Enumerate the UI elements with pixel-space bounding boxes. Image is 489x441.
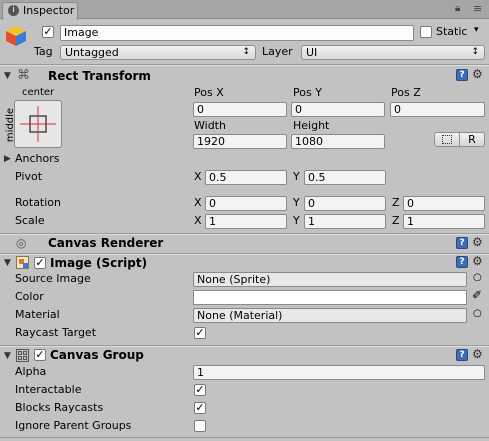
interactable-checkbox[interactable]: ✓ bbox=[194, 384, 206, 396]
rotation-z-field[interactable]: 0 bbox=[403, 196, 485, 211]
pos-x-field[interactable]: 0 bbox=[193, 102, 287, 117]
source-image-label: Source Image bbox=[15, 272, 91, 285]
ignore-parent-groups-checkbox[interactable] bbox=[194, 420, 206, 432]
object-picker-icon[interactable]: ○ bbox=[473, 272, 482, 283]
image-script-title: Image (Script) bbox=[50, 256, 148, 270]
pivot-y-axis-label: Y bbox=[293, 170, 300, 183]
inspector-tab[interactable]: i Inspector bbox=[2, 2, 78, 20]
scale-y-field[interactable]: 1 bbox=[304, 214, 386, 229]
gear-icon[interactable]: ⚙ bbox=[472, 67, 483, 81]
pos-z-label: Pos Z bbox=[391, 86, 421, 99]
image-component-icon bbox=[16, 256, 29, 269]
help-book-icon[interactable]: ? bbox=[456, 237, 468, 249]
canvas-renderer-title: Canvas Renderer bbox=[48, 236, 164, 250]
pos-y-field[interactable]: 0 bbox=[291, 102, 385, 117]
interactable-label: Interactable bbox=[15, 383, 82, 396]
scale-y-axis-label: Y bbox=[293, 214, 300, 227]
anchors-label[interactable]: Anchors bbox=[15, 152, 60, 166]
canvas-renderer-icon: ◎ bbox=[16, 236, 27, 250]
canvas-group-enabled-checkbox[interactable]: ✓ bbox=[34, 349, 46, 361]
rotation-z-axis-label: Z bbox=[392, 196, 400, 209]
foldout-arrow-icon[interactable]: ▼ bbox=[4, 258, 11, 268]
layer-value: UI bbox=[306, 46, 318, 59]
blueprint-icon bbox=[442, 135, 452, 144]
blocks-raycasts-checkbox[interactable]: ✓ bbox=[194, 402, 206, 414]
rotation-label: Rotation bbox=[15, 196, 62, 209]
pivot-label: Pivot bbox=[15, 170, 43, 183]
inspector-tab-label: Inspector bbox=[23, 4, 75, 17]
rect-transform-icon: ⌘ bbox=[17, 68, 30, 83]
ignore-parent-groups-label: Ignore Parent Groups bbox=[15, 419, 132, 432]
rect-transform-title: Rect Transform bbox=[48, 69, 151, 83]
rotation-y-field[interactable]: 0 bbox=[304, 196, 386, 211]
alpha-label: Alpha bbox=[15, 365, 47, 378]
help-book-icon[interactable]: ? bbox=[456, 349, 468, 361]
pos-x-label: Pos X bbox=[194, 86, 224, 99]
chevron-updown-icon: ↕ bbox=[471, 47, 479, 57]
pivot-y-field[interactable]: 0.5 bbox=[304, 170, 386, 185]
height-field[interactable]: 1080 bbox=[291, 134, 385, 149]
material-label: Material bbox=[15, 308, 60, 321]
divider bbox=[0, 437, 489, 438]
raw-edit-button[interactable]: R bbox=[459, 132, 485, 147]
anchor-preset-button[interactable] bbox=[14, 100, 62, 148]
pos-y-label: Pos Y bbox=[293, 86, 322, 99]
anchor-preset-icon bbox=[20, 106, 56, 142]
color-swatch[interactable] bbox=[193, 290, 467, 305]
width-label: Width bbox=[194, 119, 226, 132]
color-label: Color bbox=[15, 290, 44, 303]
gear-icon[interactable]: ⚙ bbox=[472, 254, 483, 268]
gear-icon[interactable]: ⚙ bbox=[472, 235, 483, 249]
static-checkbox[interactable] bbox=[420, 26, 432, 38]
pivot-x-field[interactable]: 0.5 bbox=[205, 170, 287, 185]
alpha-field[interactable]: 1 bbox=[193, 365, 485, 380]
scale-x-field[interactable]: 1 bbox=[205, 214, 287, 229]
gear-icon[interactable]: ⚙ bbox=[472, 347, 483, 361]
help-book-icon[interactable]: ? bbox=[456, 69, 468, 81]
foldout-arrow-icon[interactable]: ▼ bbox=[4, 71, 11, 81]
active-checkbox[interactable]: ✓ bbox=[42, 26, 54, 38]
static-label: Static bbox=[436, 25, 468, 38]
tag-dropdown[interactable]: Untagged ↕ bbox=[60, 45, 256, 60]
tag-value: Untagged bbox=[65, 46, 119, 59]
tag-label: Tag bbox=[34, 45, 53, 58]
pivot-x-axis-label: X bbox=[194, 170, 202, 183]
gameobject-icon bbox=[4, 24, 28, 48]
anchors-foldout-icon[interactable]: ▶ bbox=[4, 154, 11, 164]
canvas-group-icon bbox=[16, 349, 29, 362]
help-book-icon[interactable]: ? bbox=[456, 256, 468, 268]
rotation-x-field[interactable]: 0 bbox=[205, 196, 287, 211]
name-field[interactable]: Image bbox=[60, 25, 414, 41]
chevron-updown-icon: ↕ bbox=[242, 47, 250, 57]
height-label: Height bbox=[293, 119, 330, 132]
scale-label: Scale bbox=[15, 214, 45, 227]
pos-z-field[interactable]: 0 bbox=[390, 102, 485, 117]
raycast-target-checkbox[interactable]: ✓ bbox=[194, 327, 206, 339]
canvas-group-title: Canvas Group bbox=[50, 348, 144, 362]
scale-z-field[interactable]: 1 bbox=[403, 214, 485, 229]
raw-edit-label: R bbox=[468, 133, 476, 146]
static-dropdown-icon[interactable]: ▾ bbox=[474, 25, 479, 35]
scale-z-axis-label: Z bbox=[392, 214, 400, 227]
rotation-y-axis-label: Y bbox=[293, 196, 300, 209]
blocks-raycasts-label: Blocks Raycasts bbox=[15, 401, 104, 414]
anchor-h-label: center bbox=[22, 87, 55, 98]
width-field[interactable]: 1920 bbox=[193, 134, 287, 149]
foldout-arrow-icon[interactable]: ▼ bbox=[4, 351, 11, 361]
rotation-x-axis-label: X bbox=[194, 196, 202, 209]
source-image-field[interactable]: None (Sprite) bbox=[193, 272, 467, 287]
eyedropper-icon[interactable]: ✐ bbox=[472, 288, 482, 302]
image-enabled-checkbox[interactable]: ✓ bbox=[34, 257, 46, 269]
menu-icon[interactable]: ≡ bbox=[473, 2, 482, 15]
layer-label: Layer bbox=[262, 45, 293, 58]
scale-x-axis-label: X bbox=[194, 214, 202, 227]
inspector-tab-icon: i bbox=[8, 5, 19, 16]
raycast-target-label: Raycast Target bbox=[15, 326, 97, 339]
lock-icon[interactable]: 🔒︎ bbox=[455, 3, 460, 14]
object-picker-icon[interactable]: ○ bbox=[473, 308, 482, 319]
blueprint-button[interactable] bbox=[434, 132, 460, 147]
material-field[interactable]: None (Material) bbox=[193, 308, 467, 323]
layer-dropdown[interactable]: UI ↕ bbox=[301, 45, 485, 60]
